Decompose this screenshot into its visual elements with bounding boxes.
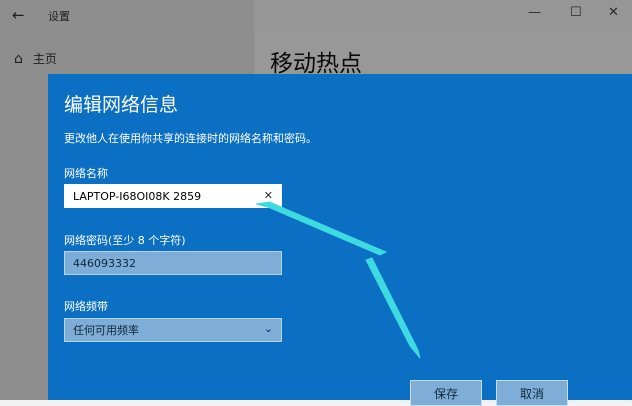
network-name-value: LAPTOP-I68OI08K 2859 bbox=[73, 189, 202, 203]
network-name-field[interactable]: LAPTOP-I68OI08K 2859 ✕ bbox=[64, 184, 282, 208]
dialog-title: 编辑网络信息 bbox=[64, 94, 179, 116]
network-name-label: 网络名称 bbox=[64, 167, 108, 180]
cancel-button[interactable]: 取消 bbox=[496, 380, 568, 406]
dialog-description: 更改他人在使用你共享的连接时的网络名称和密码。 bbox=[64, 132, 317, 145]
chevron-down-icon: ⌄ bbox=[263, 322, 273, 335]
band-value: 任何可用频率 bbox=[73, 324, 139, 337]
save-button[interactable]: 保存 bbox=[410, 380, 482, 406]
edit-network-dialog: 编辑网络信息 更改他人在使用你共享的连接时的网络名称和密码。 网络名称 LAPT… bbox=[48, 74, 632, 406]
band-select[interactable]: 任何可用频率 ⌄ bbox=[64, 318, 282, 342]
clear-icon[interactable]: ✕ bbox=[264, 189, 273, 202]
password-field[interactable]: 446093332 bbox=[64, 251, 282, 275]
password-value: 446093332 bbox=[73, 256, 136, 270]
band-label: 网络频带 bbox=[64, 300, 108, 313]
password-label: 网络密码(至少 8 个字符) bbox=[64, 234, 186, 247]
